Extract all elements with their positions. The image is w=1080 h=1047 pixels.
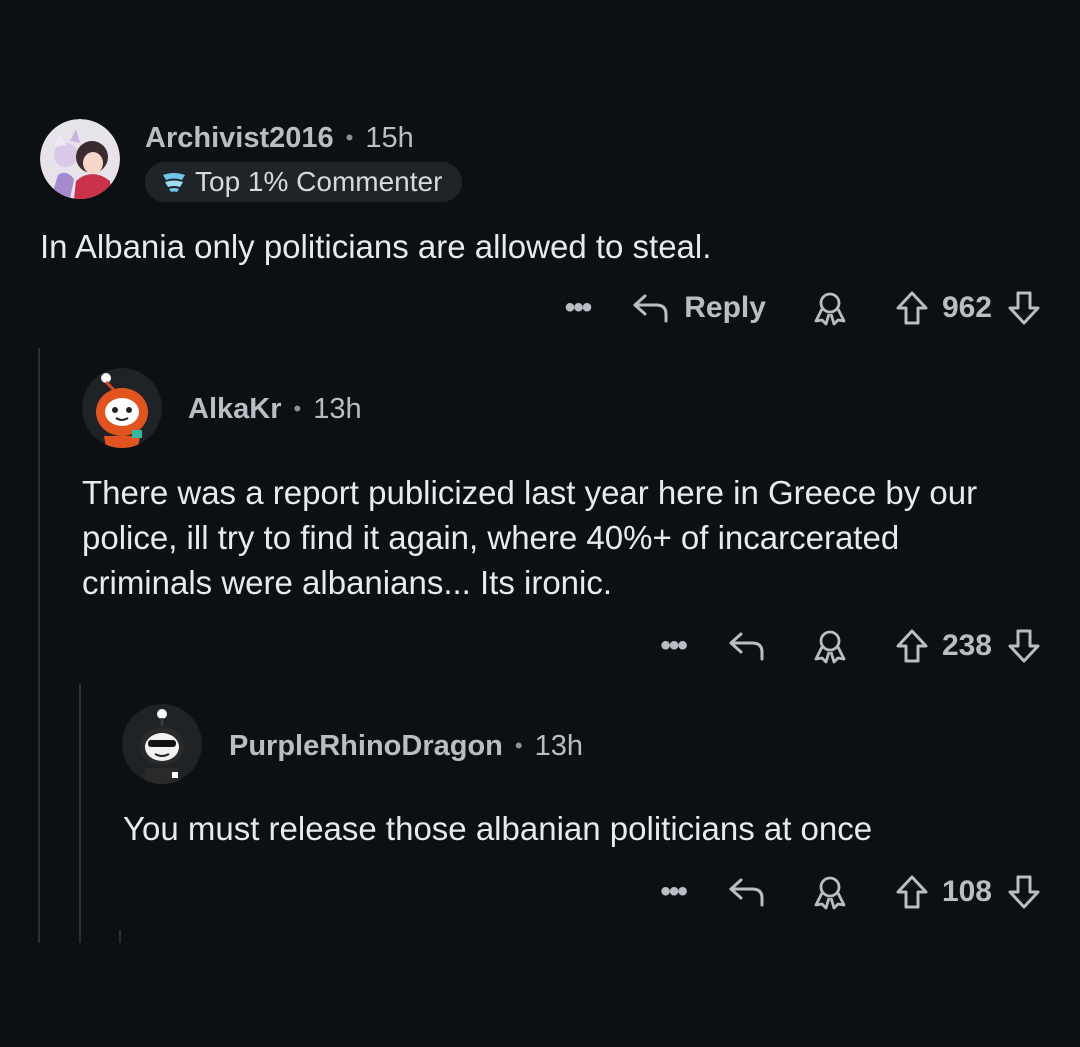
vote-count: 962 [941,291,992,324]
comment-body: You must release those albanian politici… [123,810,873,847]
comment-meta: Archivist2016 • 15h [145,118,414,158]
thread-line-level-2[interactable] [79,684,81,943]
user-flair-badge: Top 1% Commenter [145,162,463,202]
meta-separator: • [345,125,354,150]
more-options-icon[interactable]: ••• [565,293,592,323]
vote-count: 108 [941,875,992,908]
username[interactable]: Archivist2016 [145,122,334,155]
award-icon[interactable] [812,290,848,326]
upvote-arrow-icon[interactable] [894,874,930,910]
reply-label: Reply [684,291,766,324]
comment-actions: ••• 238 [660,624,1042,668]
reply-arrow-icon [728,876,766,908]
username[interactable]: AlkaKr [188,393,282,426]
reply-arrow-icon [728,630,766,662]
comment-meta: PurpleRhinoDragon • 13h [229,726,583,766]
downvote-arrow-icon[interactable] [1006,290,1042,326]
vote-control: 962 [894,290,1042,326]
upvote-arrow-icon[interactable] [894,628,930,664]
commenter-badge-icon [161,171,187,193]
timestamp: 13h [534,729,583,762]
award-icon[interactable] [812,874,848,910]
timestamp: 13h [313,392,362,425]
comment-actions: ••• 108 [660,870,1042,914]
downvote-arrow-icon[interactable] [1006,874,1042,910]
reply-button[interactable] [728,876,766,908]
vote-control: 108 [894,874,1042,910]
comment-meta: AlkaKr • 13h [188,389,362,429]
thread-line-level-3[interactable] [119,930,121,943]
reply-button[interactable]: Reply [632,291,766,325]
reply-button[interactable] [728,630,766,662]
flair-label: Top 1% Commenter [195,166,443,197]
comment-body: In Albania only politicians are allowed … [40,228,712,265]
username[interactable]: PurpleRhinoDragon [229,730,503,763]
reply-arrow-icon [632,292,670,324]
upvote-arrow-icon[interactable] [894,290,930,326]
vote-control: 238 [894,628,1042,664]
avatar[interactable] [122,704,202,784]
downvote-arrow-icon[interactable] [1006,628,1042,664]
more-options-icon[interactable]: ••• [660,877,687,907]
more-options-icon[interactable]: ••• [660,631,687,661]
thread-line-level-1[interactable] [38,348,40,943]
award-icon[interactable] [812,628,848,664]
vote-count: 238 [941,629,992,662]
avatar[interactable] [40,119,120,199]
meta-separator: • [293,396,302,421]
meta-separator: • [514,733,523,758]
comment-actions: ••• Reply 962 [565,286,1042,330]
timestamp: 15h [365,121,414,154]
comment-body: There was a report publicized last year … [82,474,978,601]
avatar[interactable] [82,368,162,448]
